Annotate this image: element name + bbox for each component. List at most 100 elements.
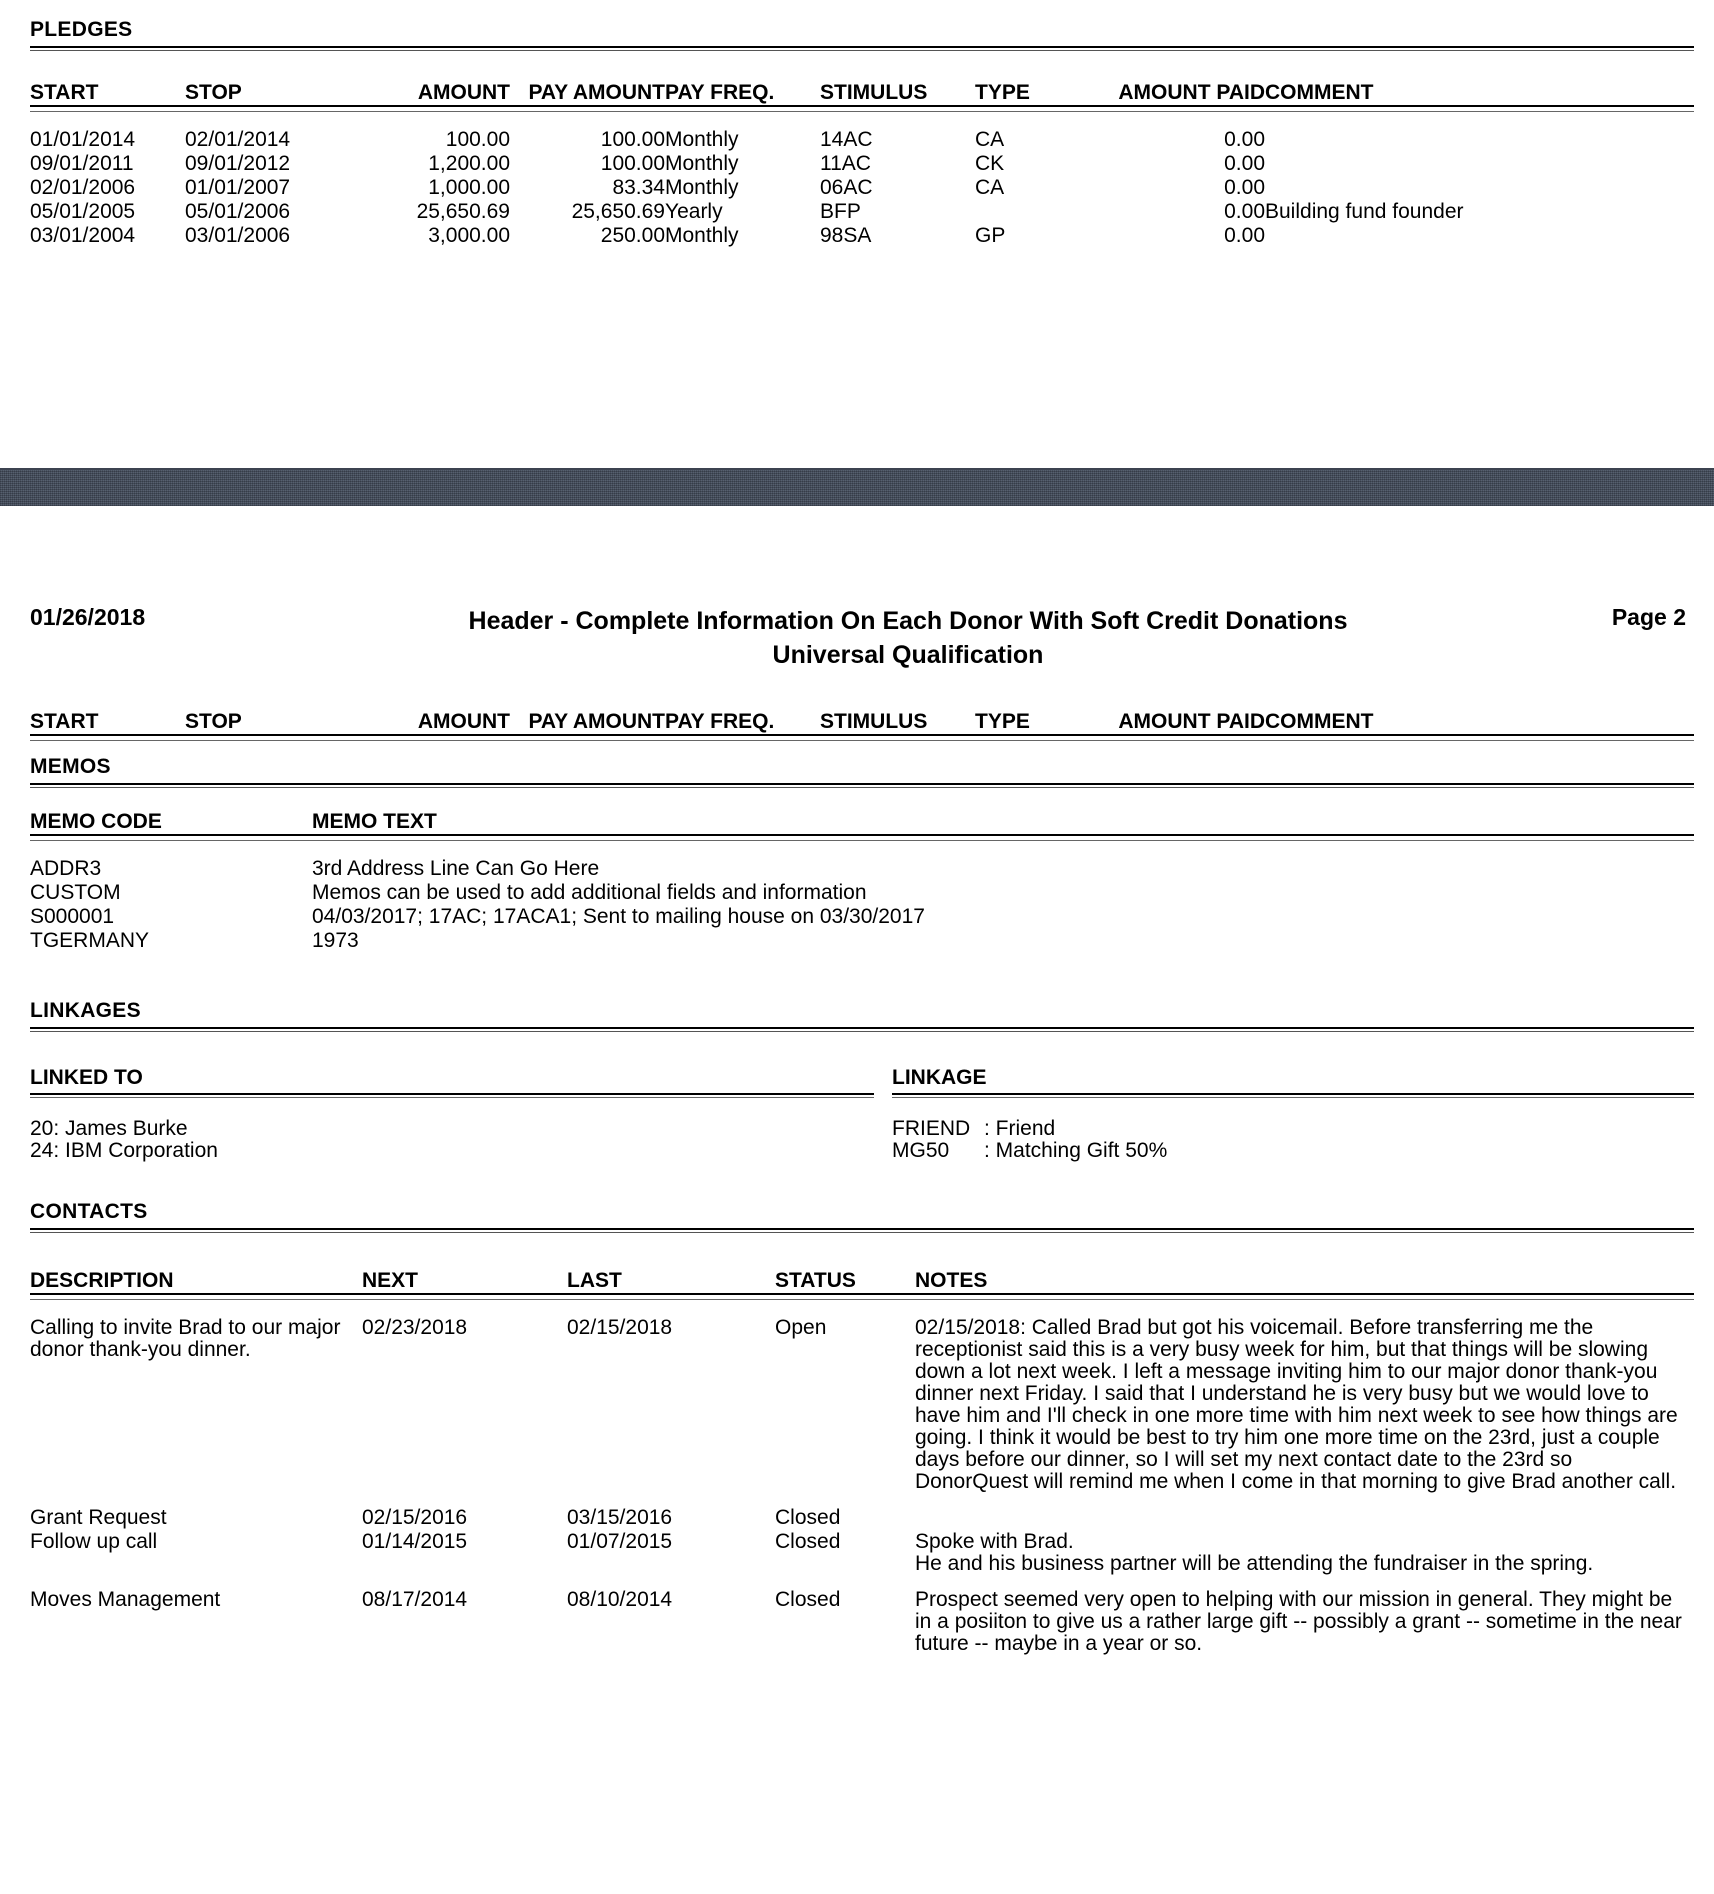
cell-amount-paid: 0.00 [1224,176,1265,199]
cell-memo-text: 1973 [312,929,359,952]
cell-pay-amount: 250.00 [600,224,665,247]
col-stimulus: STIMULUS [820,81,928,104]
col-start: START [30,710,99,733]
col-description: DESCRIPTION [30,1269,174,1292]
col-pay-freq: PAY FREQ. [665,710,775,733]
memos-section: MEMOS MEMO CODE MEMO TEXT ADDR3 3rd Addr… [0,755,1714,953]
contacts-header-row: DESCRIPTION NEXT LAST STATUS NOTES [30,1269,1694,1294]
col-notes: NOTES [915,1269,988,1292]
linkage-item: FRIEND: Friend [892,1118,1694,1140]
pledges-table: START STOP AMOUNT PAY AMOUNT PAY FREQ. S… [30,81,1694,248]
cell-comment: Building fund founder [1265,200,1464,223]
linkage-description: : Matching Gift 50% [984,1139,1168,1162]
cell-amount-paid: 0.00 [1224,152,1265,175]
cell-stimulus: BFP [820,200,861,223]
table-row: 03/01/2004 03/01/2006 3,000.00 250.00 Monthl… [30,224,1694,248]
cell-stimulus: 06AC [820,176,873,199]
cell-stop: 05/01/2006 [185,200,291,223]
col-pay-amount: PAY AMOUNT [528,81,665,104]
col-comment: COMMENT [1265,81,1374,104]
table-row: Grant Request 02/15/2016 03/15/2016 Closed [30,1506,1694,1530]
list-item: CUSTOM Memos can be used to add additiona… [30,881,1694,905]
cell-last: 02/15/2018 [567,1316,673,1339]
cell-memo-text: Memos can be used to add additional fiel… [312,881,867,904]
cell-memo-text: 04/03/2017; 17AC; 17ACA1; Sent to mailin… [312,905,925,928]
cell-type: CA [975,128,1005,151]
memos-header-row: MEMO CODE MEMO TEXT [30,810,1694,835]
col-type: TYPE [975,710,1030,733]
cell-stop: 09/01/2012 [185,152,291,175]
list-item: ADDR3 3rd Address Line Can Go Here [30,857,1694,881]
col-comment: COMMENT [1265,710,1374,733]
cell-amount: 1,000.00 [428,176,510,199]
cell-description: Grant Request [30,1506,167,1529]
contacts-table: DESCRIPTION NEXT LAST STATUS NOTES Calli… [30,1269,1694,1656]
cell-status: Closed [775,1530,841,1553]
cell-last: 03/15/2016 [567,1506,673,1529]
cell-stimulus: 98SA [820,224,872,247]
col-last: LAST [567,1269,622,1292]
report-title-line2: Universal Qualification [772,641,1044,669]
cell-stop: 03/01/2006 [185,224,291,247]
cell-status: Closed [775,1588,841,1611]
table-row: 01/01/2014 02/01/2014 100.00 100.00 Monthly 1… [30,128,1694,152]
cell-notes: Prospect seemed very open to helping wit… [915,1588,1682,1655]
cell-notes [915,1506,1694,1530]
cell-description: Follow up call [30,1530,158,1553]
cell-description: Calling to invite Brad to our major dono… [30,1316,341,1361]
cell-start: 03/01/2004 [30,224,136,247]
linkage-column: LINKAGE FRIEND: Friend MG50 : Matching Gif… [892,1066,1694,1162]
page2-header: 01/26/2018 Header - Complete Information… [0,604,1714,672]
cell-amount: 3,000.00 [428,224,510,247]
memos-section-title: MEMOS [30,755,111,778]
cell-pay-amount: 83.34 [612,176,665,199]
linkage-header: LINKAGE [892,1066,987,1089]
contacts-section: CONTACTS DESCRIPTION NEXT LAST STATUS NO… [0,1200,1714,1656]
cell-next: 02/23/2018 [362,1316,468,1339]
cell-type: CA [975,176,1005,199]
table-row: Follow up call 01/14/2015 01/07/2015 Closed… [30,1530,1694,1576]
cell-last: 08/10/2014 [567,1588,673,1611]
col-amount: AMOUNT [417,81,510,104]
pledges-header-table-page2: START STOP AMOUNT PAY AMOUNT PAY FREQ. S… [30,710,1694,741]
linkage-list: FRIEND: Friend MG50 : Matching Gift 50% [892,1118,1694,1162]
col-type: TYPE [975,81,1030,104]
cell-pay-amount: 100.00 [600,128,665,151]
table-row: Calling to invite Brad to our major dono… [30,1316,1694,1494]
col-amount-paid: AMOUNT PAID [1118,710,1265,733]
col-pay-freq: PAY FREQ. [665,81,775,104]
cell-notes: 02/15/2018: Called Brad but got his voic… [915,1316,1678,1493]
contacts-body: Calling to invite Brad to our major dono… [30,1316,1694,1656]
col-memo-text: MEMO TEXT [312,810,437,833]
pledges-header-row: START STOP AMOUNT PAY AMOUNT PAY FREQ. S… [30,81,1694,106]
cell-pay-amount: 100.00 [600,152,665,175]
pledges-continued-header: START STOP AMOUNT PAY AMOUNT PAY FREQ. S… [0,710,1714,741]
row-gap [30,1576,1694,1588]
cell-start: 02/01/2006 [30,176,136,199]
cell-stop: 01/01/2007 [185,176,291,199]
contacts-section-title: CONTACTS [30,1200,148,1223]
cell-comment [1265,224,1694,248]
cell-comment [1265,152,1694,176]
cell-amount: 100.00 [445,128,510,151]
linked-to-item: 20: James Burke [30,1117,188,1140]
cell-notes: Spoke with Brad. He and his business part… [915,1530,1594,1575]
cell-status: Closed [775,1506,841,1529]
cell-amount-paid: 0.00 [1224,224,1265,247]
cell-next: 08/17/2014 [362,1588,468,1611]
linkage-code: MG50 [892,1139,950,1162]
cell-stimulus: 11AC [820,152,871,175]
report-title-line1: Header - Complete Information On Each Do… [468,607,1348,635]
col-stimulus: STIMULUS [820,710,928,733]
table-row: 05/01/2005 05/01/2006 25,650.69 25,650.69 Ye… [30,200,1694,224]
col-start: START [30,81,99,104]
cell-start: 05/01/2005 [30,200,136,223]
linked-to-column: LINKED TO 20: James Burke 24: IBM Corpora… [30,1066,892,1162]
cell-memo-code: ADDR3 [30,857,102,880]
linkage-description: : Friend [984,1117,1056,1140]
linkages-section-title: LINKAGES [30,999,141,1022]
cell-type [975,200,1095,224]
memos-body: ADDR3 3rd Address Line Can Go Here CUSTOM M… [30,857,1694,953]
page-number: Page 2 [1611,604,1686,630]
pledges-body: 01/01/2014 02/01/2014 100.00 100.00 Monthly 1… [30,128,1694,248]
